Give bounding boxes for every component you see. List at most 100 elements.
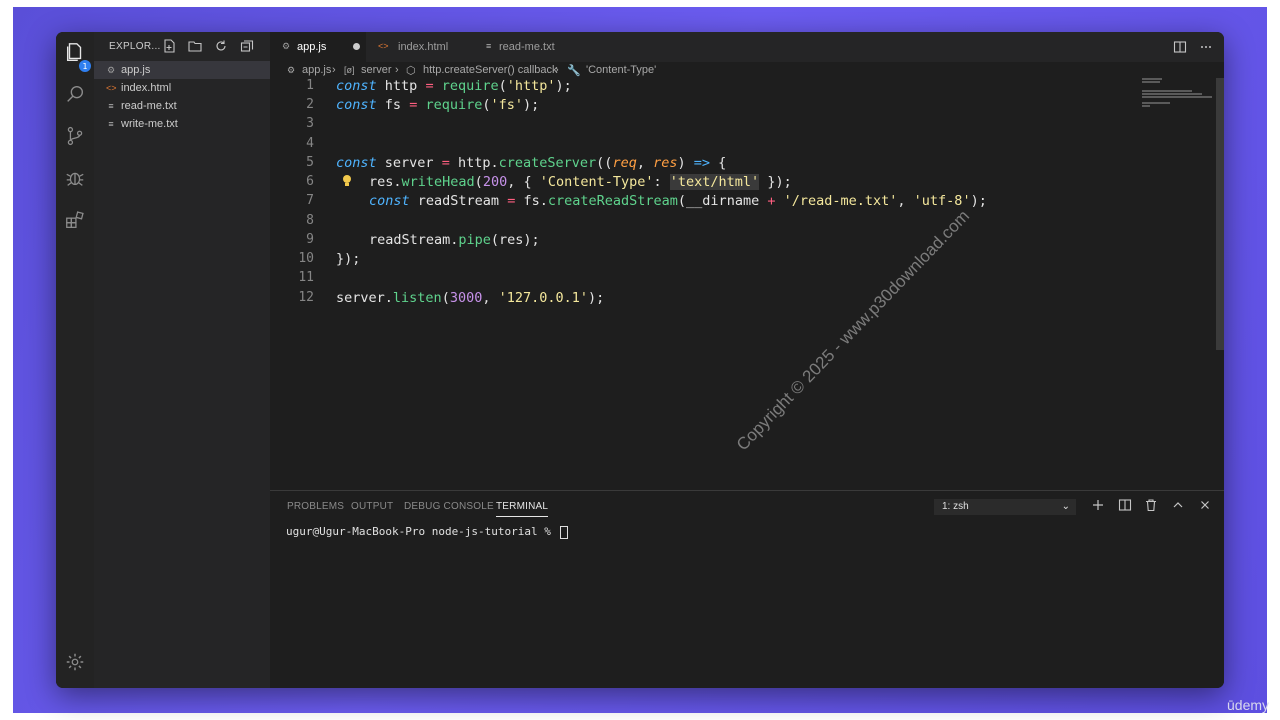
settings-gear-icon[interactable] (63, 650, 87, 674)
more-actions-icon[interactable] (1199, 40, 1213, 54)
split-terminal-icon[interactable] (1118, 498, 1132, 512)
tab-label: index.html (398, 41, 449, 53)
text-file-icon: ≡ (486, 41, 492, 51)
text-file-icon: ≡ (108, 101, 114, 111)
tab-index-html[interactable]: <> index.html (366, 32, 466, 62)
wrench-icon: 🔧 (567, 65, 581, 77)
code-line: 6 res.writeHead(200, { 'Content-Type': '… (270, 174, 1170, 193)
variable-icon: [ø] (344, 65, 355, 75)
code-line: 9 readStream.pipe(res); (270, 232, 1170, 251)
line-number: 11 (298, 270, 314, 285)
source-control-icon[interactable] (63, 124, 87, 148)
minimap[interactable] (1142, 78, 1218, 108)
explorer-badge: 1 (79, 60, 91, 72)
gear-file-icon: ⚙ (106, 65, 116, 75)
refresh-icon[interactable] (214, 39, 228, 53)
split-editor-icon[interactable] (1173, 40, 1187, 54)
code-line: 3 (270, 116, 1170, 135)
breadcrumb: ⚙ app.js › [ø] server › ⬡ http.createSer… (270, 62, 1224, 78)
terminal-select[interactable]: 1: zsh ⌄ (934, 499, 1076, 515)
code-line: 4 (270, 136, 1170, 155)
file-item-app-js[interactable]: ⚙ app.js (94, 61, 270, 79)
activity-bar: 1 (56, 32, 94, 688)
editor-tabbar: ⚙ app.js <> index.html ≡ read-me.txt (270, 32, 1224, 62)
file-item-read-me[interactable]: ≡ read-me.txt (94, 97, 270, 115)
files-icon[interactable]: 1 (63, 40, 91, 72)
chevron-up-icon[interactable] (1171, 498, 1185, 512)
code-text: server.listen(3000, '127.0.0.1'); (336, 290, 605, 306)
code-line: 8 (270, 213, 1170, 232)
chevron-right-icon: › (395, 64, 399, 76)
file-name: index.html (121, 82, 172, 94)
file-item-write-me[interactable]: ≡ write-me.txt (94, 115, 270, 133)
chevron-right-icon: › (332, 64, 336, 76)
udemy-logo: ūdemy (1227, 697, 1270, 713)
gear-file-icon: ⚙ (287, 65, 296, 75)
breadcrumb-file[interactable]: app.js (302, 64, 331, 76)
collapse-all-icon[interactable] (240, 39, 254, 53)
code-text: const http = require('http'); (336, 78, 572, 94)
code-text: const readStream = fs.createReadStream(_… (369, 193, 987, 209)
code-text: res.writeHead(200, { 'Content-Type': 'te… (369, 174, 792, 190)
terminal-prompt: ugur@Ugur-MacBook-Pro node-js-tutorial % (286, 525, 558, 538)
code-text: const fs = require('fs'); (336, 97, 540, 113)
tab-output[interactable]: OUTPUT (351, 501, 393, 512)
breadcrumb-callback[interactable]: http.createServer() callback (423, 64, 558, 76)
terminal-select-value: 1: zsh (942, 501, 969, 512)
file-name: app.js (121, 64, 151, 76)
chevron-right-icon: › (555, 64, 559, 76)
line-number: 1 (306, 78, 314, 93)
trash-icon[interactable] (1144, 498, 1158, 512)
close-icon[interactable] (1198, 498, 1212, 512)
tab-problems[interactable]: PROBLEMS (287, 501, 344, 512)
lightbulb-icon[interactable] (342, 174, 352, 188)
code-line: 11 (270, 270, 1170, 289)
code-line: 2 const fs = require('fs'); (270, 97, 1170, 116)
new-file-icon[interactable] (162, 39, 176, 53)
file-name: read-me.txt (121, 100, 177, 112)
terminal-output[interactable]: ugur@Ugur-MacBook-Pro node-js-tutorial % (286, 525, 568, 539)
code-text: readStream.pipe(res); (369, 232, 540, 248)
line-number: 7 (306, 193, 314, 208)
explorer-header: EXPLOR... (94, 32, 270, 60)
code-text: const server = http.createServer((req, r… (336, 155, 727, 171)
code-line: 5 const server = http.createServer((req,… (270, 155, 1170, 174)
editor-scrollbar[interactable] (1216, 78, 1224, 350)
line-number: 10 (298, 251, 314, 266)
gear-file-icon: ⚙ (282, 41, 291, 51)
code-line: 12 server.listen(3000, '127.0.0.1'); (270, 290, 1170, 309)
html-icon: <> (106, 83, 117, 93)
file-item-index-html[interactable]: <> index.html (94, 79, 270, 97)
breadcrumb-server[interactable]: server (361, 64, 392, 76)
new-folder-icon[interactable] (188, 39, 202, 53)
search-icon[interactable] (63, 82, 87, 106)
explorer-title: EXPLOR... (109, 41, 161, 52)
unsaved-dot-icon[interactable] (353, 43, 360, 50)
line-number: 4 (306, 136, 314, 151)
explorer-sidebar: EXPLOR... ⚙ app.js <> index.html ≡ read-… (94, 32, 270, 688)
tab-app-js[interactable]: ⚙ app.js (270, 32, 366, 62)
vscode-window: 1 EXPLOR... ⚙ app.js <> index.html ≡ rea… (56, 32, 1224, 688)
line-number: 3 (306, 116, 314, 131)
line-number: 8 (306, 213, 314, 228)
line-number: 9 (306, 232, 314, 247)
terminal-cursor (559, 525, 568, 539)
tab-label: read-me.txt (499, 41, 555, 53)
tab-terminal[interactable]: TERMINAL (496, 501, 549, 517)
code-line: 7 const readStream = fs.createReadStream… (270, 193, 1170, 212)
line-number: 12 (298, 290, 314, 305)
tab-debug-console[interactable]: DEBUG CONSOLE (404, 501, 494, 512)
html-icon: <> (378, 41, 389, 51)
line-number: 6 (306, 174, 314, 189)
code-editor[interactable]: 1 const http = require('http'); 2 const … (270, 78, 1224, 490)
breadcrumb-property[interactable]: 'Content-Type' (586, 64, 656, 76)
file-name: write-me.txt (121, 118, 178, 130)
extensions-icon[interactable] (63, 208, 87, 232)
text-file-icon: ≡ (108, 119, 114, 129)
tab-label: app.js (297, 41, 327, 53)
debug-icon[interactable] (63, 166, 87, 190)
tab-read-me[interactable]: ≡ read-me.txt (466, 32, 566, 62)
code-line: 10 }); (270, 251, 1170, 270)
add-terminal-icon[interactable] (1091, 498, 1105, 512)
line-number: 2 (306, 97, 314, 112)
